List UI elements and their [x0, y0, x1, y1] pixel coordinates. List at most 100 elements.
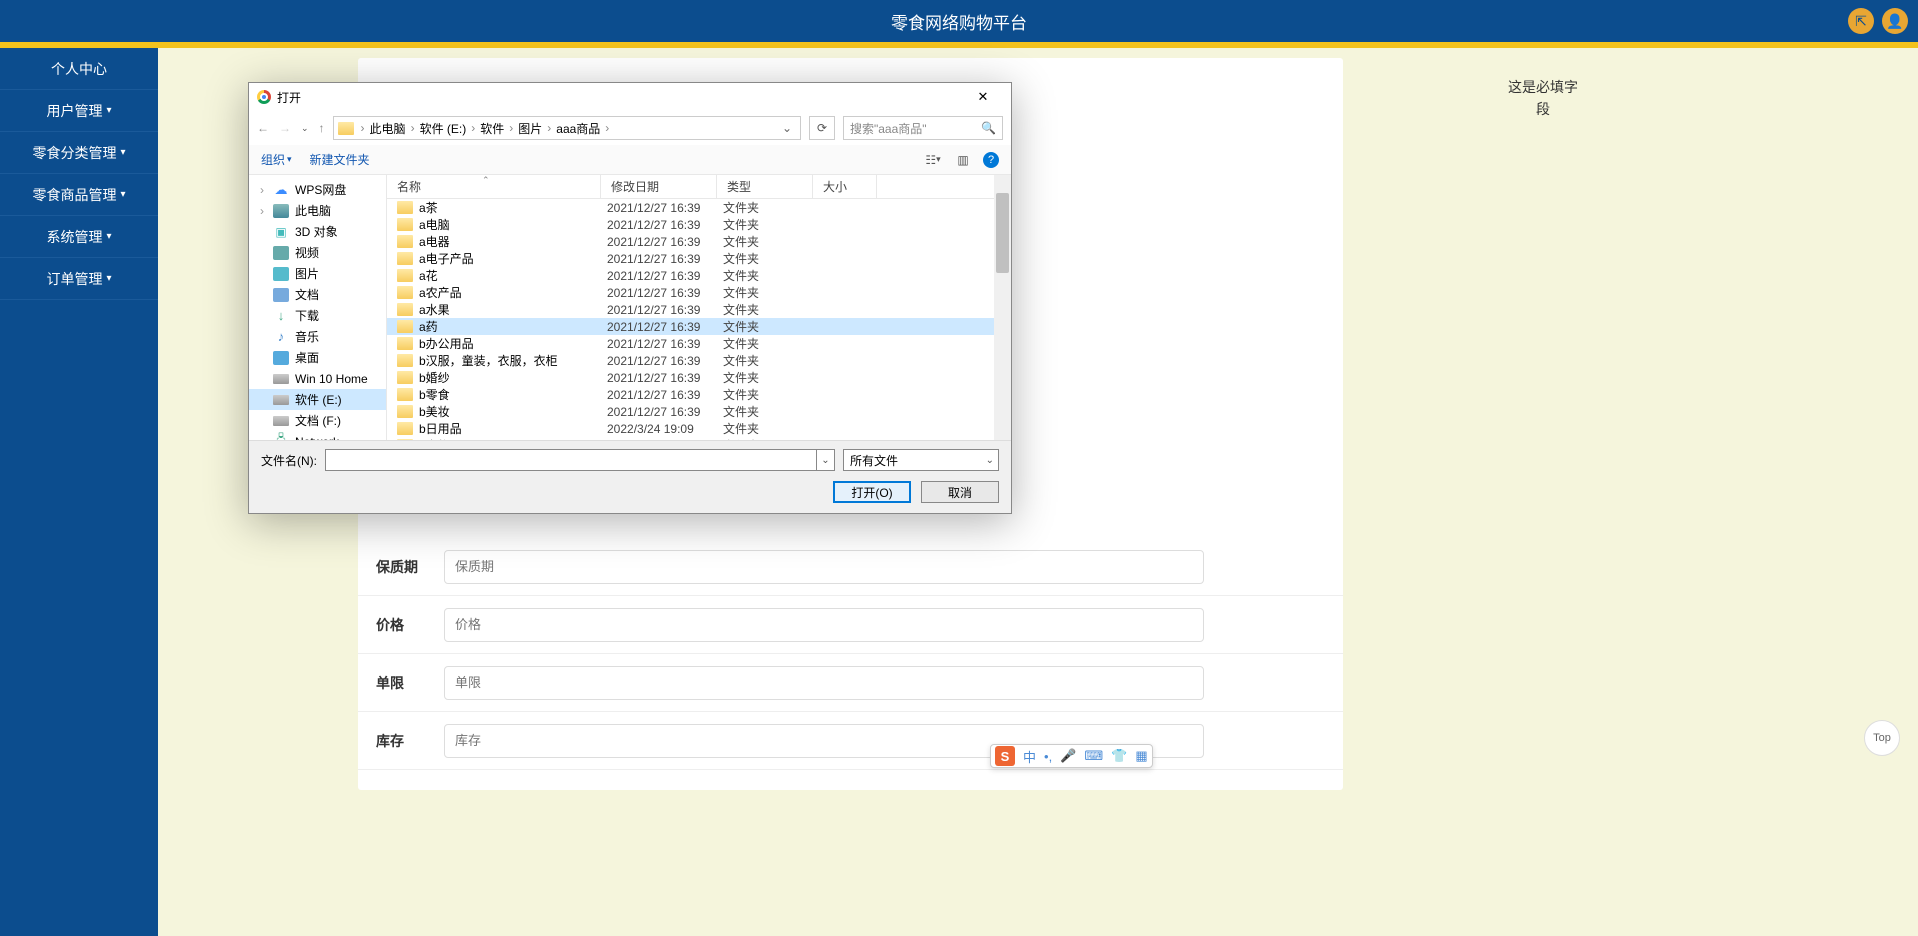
tree-item[interactable]: 文档 [249, 284, 386, 305]
tree-item[interactable]: ▣3D 对象 [249, 221, 386, 242]
nav-recent-icon[interactable]: ⌄ [301, 123, 309, 134]
chevron-down-icon[interactable]: ⌄ [778, 121, 796, 135]
file-row[interactable]: a电子产品2021/12/27 16:39文件夹 [387, 250, 1011, 267]
dialog-titlebar[interactable]: 打开 ✕ [249, 83, 1011, 111]
file-list-header[interactable]: ⌃ 名称 修改日期 类型 大小 [387, 175, 1011, 199]
file-row[interactable]: b失物2021/12/27 16:39文件夹 [387, 437, 1011, 440]
user-icon[interactable]: 👤 [1882, 8, 1908, 34]
sidebar-item-category[interactable]: 零食分类管理▾ [0, 132, 158, 174]
fullscreen-icon[interactable]: ⇱ [1848, 8, 1874, 34]
close-button[interactable]: ✕ [963, 83, 1003, 111]
filename-label: 文件名(N): [261, 452, 317, 469]
sidebar-item-goods[interactable]: 零食商品管理▾ [0, 174, 158, 216]
file-name: b失物 [419, 437, 607, 440]
folder-tree[interactable]: ›☁WPS网盘›此电脑▣3D 对象视频图片文档 ↓下载♪音乐桌面Win 10 Ho… [249, 175, 387, 440]
file-row[interactable]: b美妆2021/12/27 16:39文件夹 [387, 403, 1011, 420]
back-to-top-button[interactable]: Top [1864, 720, 1900, 756]
tree-item[interactable]: 文档 (F:) [249, 410, 386, 431]
ime-punct-icon[interactable]: •, [1044, 749, 1052, 764]
refresh-button[interactable]: ⟳ [809, 116, 835, 140]
tree-item[interactable]: ›此电脑 [249, 200, 386, 221]
file-row[interactable]: a电脑2021/12/27 16:39文件夹 [387, 216, 1011, 233]
open-button[interactable]: 打开(O) [833, 481, 911, 503]
file-name: b日用品 [419, 420, 607, 437]
breadcrumb-item[interactable]: 此电脑 [370, 120, 406, 137]
breadcrumb-item[interactable]: 软件 (E:) [420, 120, 467, 137]
nav-back-icon[interactable]: ← [257, 121, 269, 135]
file-type: 文件夹 [723, 369, 815, 386]
file-row[interactable]: b日用品2022/3/24 19:09文件夹 [387, 420, 1011, 437]
breadcrumb-item[interactable]: 图片 [518, 120, 542, 137]
ime-skin-icon[interactable]: 👕 [1111, 748, 1127, 764]
folder-icon [397, 303, 413, 316]
scrollbar[interactable] [994, 175, 1011, 440]
sidebar-item-orders[interactable]: 订单管理▾ [0, 258, 158, 300]
file-row[interactable]: a农产品2021/12/27 16:39文件夹 [387, 284, 1011, 301]
file-type: 文件夹 [723, 199, 815, 216]
file-row[interactable]: a花2021/12/27 16:39文件夹 [387, 267, 1011, 284]
breadcrumb-item[interactable]: aaa商品 [556, 120, 600, 137]
file-date: 2021/12/27 16:39 [607, 371, 723, 385]
folder-icon [397, 354, 413, 367]
tree-item[interactable]: ›🖧Network [249, 431, 386, 440]
file-name: a电脑 [419, 216, 607, 233]
folder-icon [397, 252, 413, 265]
required-hint: 这是必填字 段 [1508, 76, 1578, 121]
file-row[interactable]: b汉服，童装，衣服，衣柜2021/12/27 16:39文件夹 [387, 352, 1011, 369]
shelflife-input[interactable] [444, 550, 1204, 584]
file-date: 2021/12/27 16:39 [607, 439, 723, 441]
ime-voice-icon[interactable]: 🎤 [1060, 748, 1076, 764]
tree-item[interactable]: ↓下载 [249, 305, 386, 326]
sogou-icon[interactable]: S [995, 746, 1015, 766]
new-folder-button[interactable]: 新建文件夹 [310, 151, 370, 168]
sidebar-item-users[interactable]: 用户管理▾ [0, 90, 158, 132]
file-row[interactable]: a电器2021/12/27 16:39文件夹 [387, 233, 1011, 250]
help-icon[interactable]: ? [983, 152, 999, 168]
nav-up-icon[interactable]: ↑ [319, 121, 325, 135]
col-name[interactable]: 名称 [387, 175, 601, 198]
ime-lang-label[interactable]: 中 [1023, 747, 1036, 766]
file-row[interactable]: a药2021/12/27 16:39文件夹 [387, 318, 1011, 335]
file-row[interactable]: b婚纱2021/12/27 16:39文件夹 [387, 369, 1011, 386]
tree-item[interactable]: 桌面 [249, 347, 386, 368]
filetype-select[interactable]: 所有文件⌄ [843, 449, 999, 471]
breadcrumb-item[interactable]: 软件 [480, 120, 504, 137]
ime-keyboard-icon[interactable]: ⌨ [1084, 748, 1103, 764]
col-date[interactable]: 修改日期 [601, 175, 717, 198]
file-date: 2021/12/27 16:39 [607, 286, 723, 300]
cancel-button[interactable]: 取消 [921, 481, 999, 503]
nav-forward-icon[interactable]: → [279, 121, 291, 135]
chevron-down-icon: ▾ [106, 231, 111, 242]
scrollbar-thumb[interactable] [996, 193, 1009, 273]
preview-pane-icon[interactable]: ▥ [953, 150, 973, 170]
ime-toolbox-icon[interactable]: ▦ [1135, 748, 1147, 764]
col-size[interactable]: 大小 [813, 175, 877, 198]
tree-item-label: 视频 [295, 244, 319, 261]
sidebar-item-system[interactable]: 系统管理▾ [0, 216, 158, 258]
address-bar[interactable]: › 此电脑› 软件 (E:)› 软件› 图片› aaa商品› ⌄ [333, 116, 801, 140]
chevron-down-icon: ▾ [120, 147, 125, 158]
col-type[interactable]: 类型 [717, 175, 813, 198]
tree-item[interactable]: 软件 (E:) [249, 389, 386, 410]
file-row[interactable]: a水果2021/12/27 16:39文件夹 [387, 301, 1011, 318]
tree-item[interactable]: 图片 [249, 263, 386, 284]
tree-item[interactable]: ♪音乐 [249, 326, 386, 347]
filename-input[interactable] [325, 449, 817, 471]
file-row[interactable]: a茶2021/12/27 16:39文件夹 [387, 199, 1011, 216]
view-mode-icon[interactable]: ☷ ▾ [923, 150, 943, 170]
filename-dropdown-icon[interactable]: ⌄ [817, 449, 835, 471]
ime-toolbar[interactable]: S 中 •, 🎤 ⌨ 👕 ▦ [990, 744, 1153, 768]
tree-item[interactable]: Win 10 Home [249, 368, 386, 389]
organize-menu[interactable]: 组织 ▾ [261, 151, 292, 168]
limit-input[interactable] [444, 666, 1204, 700]
price-input[interactable] [444, 608, 1204, 642]
file-date: 2022/3/24 19:09 [607, 422, 723, 436]
sidebar-item-personal[interactable]: 个人中心 [0, 48, 158, 90]
file-row[interactable]: b办公用品2021/12/27 16:39文件夹 [387, 335, 1011, 352]
tree-item[interactable]: ›☁WPS网盘 [249, 179, 386, 200]
search-input[interactable]: 搜索"aaa商品" 🔍 [843, 116, 1003, 140]
file-list[interactable]: a茶2021/12/27 16:39文件夹a电脑2021/12/27 16:39… [387, 199, 1011, 440]
tree-item[interactable]: 视频 [249, 242, 386, 263]
tree-item-label: 文档 [295, 286, 319, 303]
file-row[interactable]: b零食2021/12/27 16:39文件夹 [387, 386, 1011, 403]
